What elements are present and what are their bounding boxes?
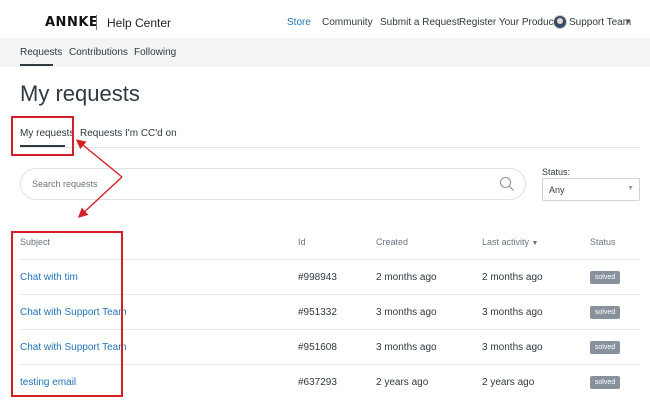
annotation-arrow-up bbox=[75, 139, 123, 178]
annotation-arrow-down bbox=[77, 176, 123, 218]
annotation-arrows bbox=[75, 139, 123, 218]
